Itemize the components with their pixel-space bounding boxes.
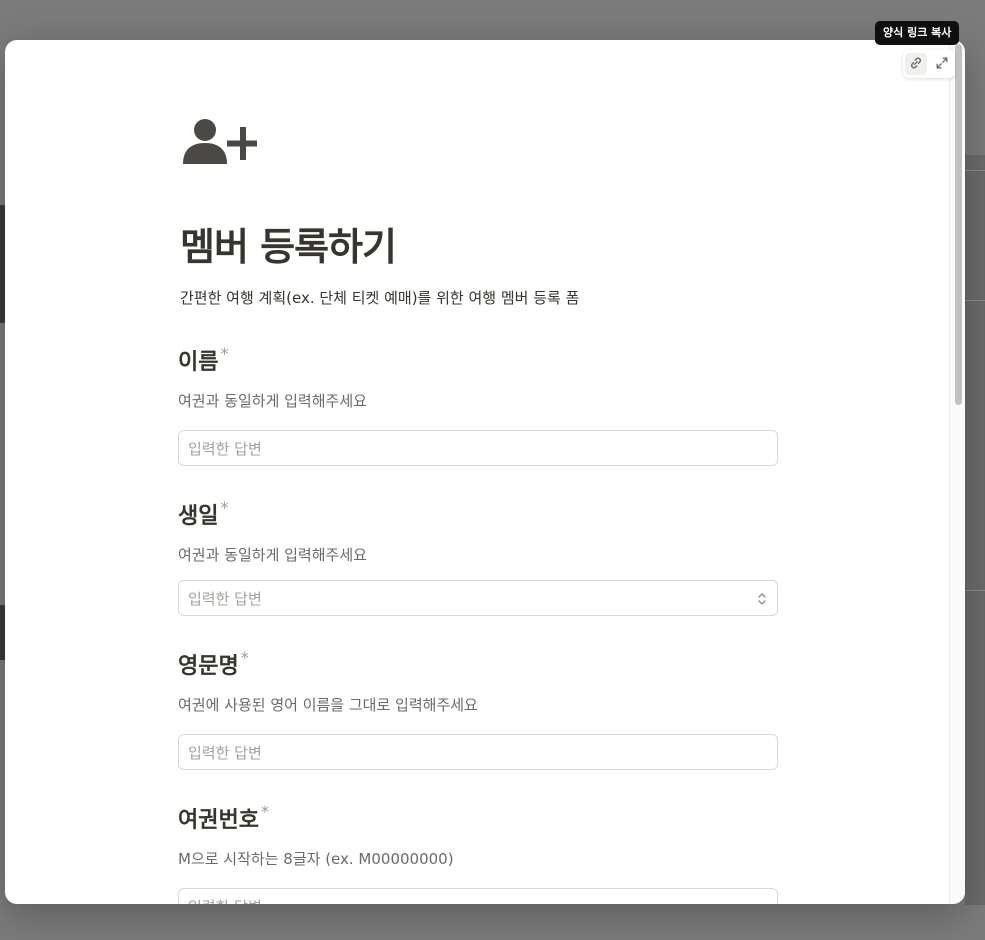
background-divider [965,590,985,591]
field-help-text: 여권과 동일하게 입력해주세요 [178,546,367,564]
field-label: 영문명 * [178,648,249,679]
copy-link-button[interactable] [905,53,927,75]
form-description: 간편한 여행 계획(ex. 단체 티켓 예매)를 위한 여행 멤버 등록 폼 [180,289,580,307]
field-help-text: M으로 시작하는 8글자 (ex. M00000000) [178,850,454,868]
required-mark: * [260,802,269,821]
link-icon [909,55,923,74]
field-label: 생일 * [178,498,229,529]
required-mark: * [220,344,229,363]
passport-number-input[interactable]: 입력한 답변 [178,888,778,904]
input-placeholder: 입력한 답변 [188,743,262,762]
form-modal: 멤버 등록하기 간편한 여행 계획(ex. 단체 티켓 예매)를 위한 여행 멤… [5,40,965,904]
corner-actions [903,50,955,78]
required-mark: * [220,498,229,517]
input-placeholder: 입력한 답변 [188,896,262,905]
field-label: 여권번호 * [178,802,269,833]
chevron-up-down-icon[interactable] [756,590,768,608]
background-page-right [965,155,985,905]
scrollbar-thumb[interactable] [955,44,962,405]
birthday-date-input[interactable]: 입력한 답변 [178,580,778,616]
form-title: 멤버 등록하기 [180,225,397,269]
english-name-input[interactable]: 입력한 답변 [178,734,778,770]
input-placeholder: 입력한 답변 [188,439,262,458]
field-help-text: 여권에 사용된 영어 이름을 그대로 입력해주세요 [178,696,478,714]
person-add-icon [183,118,259,168]
field-birthday: 생일 * 여권과 동일하게 입력해주세요 입력한 답변 [178,498,778,616]
field-name: 이름 * 여권과 동일하게 입력해주세요 입력한 답변 [178,344,778,466]
field-english-name: 영문명 * 여권에 사용된 영어 이름을 그대로 입력해주세요 입력한 답변 [178,648,778,770]
expand-button[interactable] [931,53,953,75]
required-mark: * [240,648,249,667]
background-divider [965,170,985,171]
field-help-text: 여권과 동일하게 입력해주세요 [178,392,367,410]
input-placeholder: 입력한 답변 [188,589,262,608]
expand-icon [935,55,949,74]
background-divider [965,300,985,301]
field-label: 이름 * [178,344,229,375]
field-passport-number: 여권번호* M으로 시작하는 8글자 (ex. M00000000) 입력한 답… [178,802,778,904]
scrollbar[interactable] [949,40,965,904]
name-input[interactable]: 입력한 답변 [178,430,778,466]
copy-link-tooltip: 양식 링크 복사 [875,21,960,45]
